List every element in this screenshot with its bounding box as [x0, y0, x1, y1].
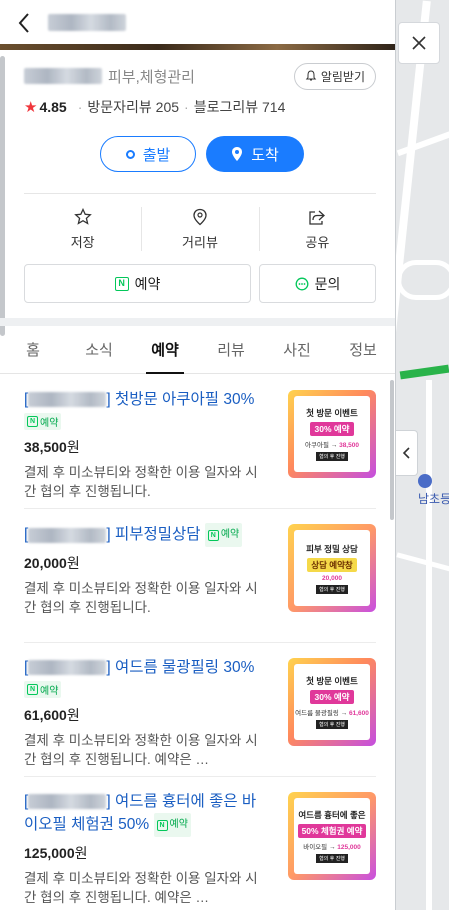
- naver-n-icon: N: [207, 529, 219, 541]
- close-icon: [412, 36, 426, 50]
- share-label: 공유: [305, 234, 330, 250]
- tab-home[interactable]: 홈: [0, 326, 66, 373]
- blog-reviews-link[interactable]: 블로그리뷰 714: [194, 97, 286, 117]
- divider: [24, 193, 376, 194]
- alarm-label: 알림받기: [320, 69, 365, 84]
- item-price: 38,500원: [24, 439, 80, 455]
- tab-info[interactable]: 정보: [330, 326, 395, 373]
- panel-header: [0, 0, 395, 46]
- map-route-line: [399, 364, 449, 380]
- item-description: 결제 후 미소뷰티와 정확한 이용 일자와 시간 협의 후 진행됩니다. 예약은…: [24, 733, 258, 767]
- item-thumbnail[interactable]: 피부 정밀 상담 상담 예약창 20,000 협의 후 진행: [288, 524, 376, 612]
- item-thumbnail[interactable]: 첫 방문 이벤트 30% 예약 아쿠아필 → 38,500 협의 후 진행: [288, 390, 376, 478]
- list-item[interactable]: [] 피부정밀상담 N 예약 20,000원 결제 후 미소뷰티와 정확한 이용 …: [24, 509, 376, 643]
- booking-badge: N 예약: [24, 681, 62, 699]
- distance-view-label: 거리뷰: [182, 234, 218, 250]
- star-icon: ★: [24, 99, 38, 116]
- inquiry-button[interactable]: 문의: [259, 264, 376, 303]
- shop-name-redacted: [28, 527, 107, 543]
- naver-n-icon: N: [27, 684, 38, 696]
- share-icon: [309, 210, 326, 225]
- map-road: [426, 380, 432, 910]
- arrive-button[interactable]: 도착: [206, 136, 304, 172]
- item-title-link[interactable]: [] 여드름 흉터에 좋은 바이오필 체험권 50% N 예약: [24, 791, 270, 837]
- item-thumbnail[interactable]: 첫 방문 이벤트 30% 예약 여드름 물광필링 → 61,600 협의 후 진…: [288, 658, 376, 746]
- naver-n-icon: N: [114, 276, 129, 291]
- save-label: 저장: [70, 234, 95, 250]
- section-separator: [0, 318, 395, 326]
- inquiry-label: 문의: [314, 275, 341, 292]
- naver-n-icon: N: [27, 416, 38, 428]
- shop-name-redacted: [28, 794, 107, 810]
- book-button[interactable]: N 예약: [24, 264, 251, 303]
- action-bar: 저장 거리뷰 공유: [24, 203, 376, 255]
- booking-badge: N 예약: [204, 523, 243, 547]
- route-buttons: 출발 도착: [100, 136, 304, 172]
- back-button[interactable]: [0, 0, 48, 46]
- alarm-button[interactable]: 알림받기: [293, 62, 376, 90]
- photo-strip: [0, 44, 395, 50]
- list-item[interactable]: [] 첫방문 아쿠아필 30% N 예약 38,500원 결제 후 미소뷰티와 정…: [24, 375, 376, 509]
- place-summary: 피부,체형관리 알림받기 ★ 4.85 · 방문자리뷰 205 · 블로그리뷰 …: [0, 58, 395, 120]
- cta-row: N 예약 문의: [24, 264, 376, 303]
- list-item[interactable]: [] 여드름 물광필링 30% N 예약 61,600원 결제 후 미소뷰티와 정…: [24, 643, 376, 777]
- list-item[interactable]: [] 여드름 흉터에 좋은 바이오필 체험권 50% N 예약 125,000원 …: [24, 777, 376, 910]
- booking-badge: N 예약: [153, 813, 191, 837]
- map-pin-icon: [193, 208, 207, 225]
- tab-photos[interactable]: 사진: [264, 326, 330, 373]
- tab-reviews[interactable]: 리뷰: [198, 326, 264, 373]
- item-thumbnail[interactable]: 여드름 흉터에 좋은 50% 체험권 예약 바이오필 → 125,000 협의 …: [288, 792, 376, 880]
- map-road: [396, 129, 449, 157]
- tab-news[interactable]: 소식: [66, 326, 132, 373]
- item-description: 결제 후 미소뷰티와 정확한 이용 일자와 시간 협의 후 진행됩니다. 예약은…: [24, 871, 258, 905]
- book-label: 예약: [134, 275, 161, 292]
- place-category: 피부,체형관리: [108, 68, 195, 86]
- bell-icon: [305, 70, 317, 81]
- save-button[interactable]: 저장: [24, 203, 141, 255]
- chevron-left-icon: [402, 447, 410, 459]
- naver-n-icon: N: [156, 819, 168, 831]
- place-panel: 피부,체형관리 알림받기 ★ 4.85 · 방문자리뷰 205 · 블로그리뷰 …: [0, 0, 396, 910]
- distance-view-button[interactable]: 거리뷰: [141, 203, 258, 255]
- booking-badge: N 예약: [24, 413, 62, 431]
- item-description: 결제 후 미소뷰티와 정확한 이용 일자와 시간 협의 후 진행됩니다.: [24, 465, 258, 499]
- collapse-panel-button[interactable]: [396, 430, 418, 476]
- visitor-reviews-link[interactable]: 방문자리뷰 205: [87, 97, 179, 117]
- place-name-redacted: [24, 68, 102, 84]
- star-outline-icon: [73, 207, 92, 225]
- map-label: 남초등학교: [418, 492, 449, 506]
- place-title-redacted: [48, 14, 126, 31]
- item-price: 125,000원: [24, 845, 88, 861]
- tab-bar: 홈 소식 예약 리뷰 사진 정보: [0, 326, 395, 374]
- rating-value: 4.85: [39, 99, 67, 115]
- tab-booking[interactable]: 예약: [132, 326, 198, 374]
- map-roundabout: [396, 260, 449, 300]
- arrive-label: 도착: [251, 146, 279, 164]
- item-title-link[interactable]: [] 피부정밀상담 N 예약: [24, 523, 270, 547]
- school-pin-icon[interactable]: [418, 474, 432, 488]
- chat-icon: [295, 277, 309, 290]
- map-road: [396, 552, 449, 573]
- location-pin-icon: [232, 147, 243, 161]
- back-arrow-icon: [18, 12, 29, 33]
- close-button[interactable]: [398, 22, 440, 64]
- shop-name-redacted: [28, 392, 107, 408]
- item-description: 결제 후 미소뷰티와 정확한 이용 일자와 시간 협의 후 진행됩니다.: [24, 581, 258, 615]
- depart-button[interactable]: 출발: [100, 136, 196, 172]
- depart-label: 출발: [142, 146, 171, 164]
- origin-icon: [125, 149, 135, 159]
- share-button[interactable]: 공유: [258, 203, 376, 255]
- item-title-link[interactable]: [] 첫방문 아쿠아필 30%: [24, 389, 270, 411]
- item-title-link[interactable]: [] 여드름 물광필링 30%: [24, 657, 270, 679]
- item-price: 61,600원: [24, 707, 80, 723]
- shop-name-redacted: [28, 660, 107, 676]
- item-price: 20,000원: [24, 555, 80, 571]
- booking-list: [] 첫방문 아쿠아필 30% N 예약 38,500원 결제 후 미소뷰티와 정…: [0, 375, 395, 910]
